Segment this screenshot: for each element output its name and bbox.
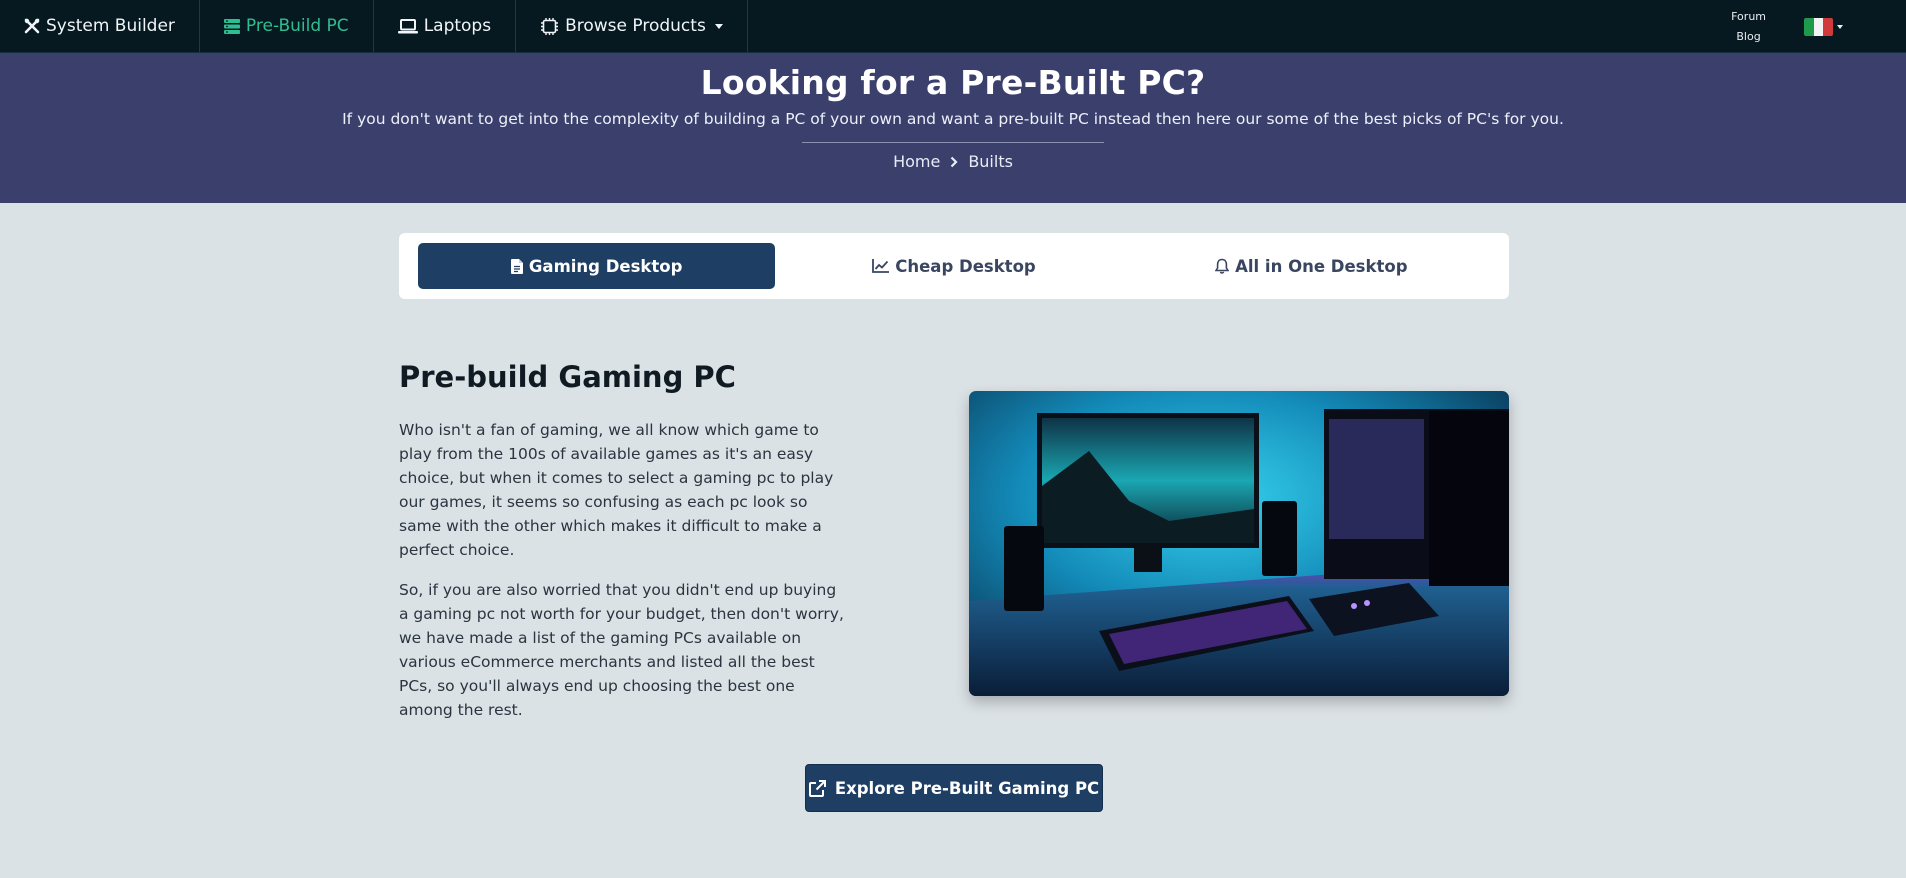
- bell-icon: [1215, 258, 1230, 274]
- nav-label: Browse Products: [565, 16, 706, 36]
- detail-paragraph: So, if you are also worried that you did…: [399, 581, 844, 719]
- breadcrumb: Home Builts: [0, 152, 1906, 171]
- forum-link[interactable]: Forum: [1731, 10, 1766, 23]
- tab-label: Gaming Desktop: [528, 256, 683, 276]
- gaming-pc-image: [969, 391, 1509, 696]
- section-title: Pre-build Gaming PC: [399, 360, 736, 394]
- italy-flag-icon: [1804, 17, 1833, 36]
- tab-label: All in One Desktop: [1235, 256, 1408, 276]
- explore-button-label: Explore Pre-Built Gaming PC: [834, 778, 1100, 798]
- hero-banner: Looking for a Pre-Built PC? If you don't…: [0, 53, 1906, 203]
- nav-laptops[interactable]: Laptops: [374, 0, 517, 52]
- category-tabs: Gaming Desktop Cheap Desktop All in One …: [399, 233, 1509, 299]
- page-title: Looking for a Pre-Built PC?: [700, 63, 1206, 102]
- hero-divider: [802, 142, 1104, 143]
- explore-button[interactable]: Explore Pre-Built Gaming PC: [805, 764, 1103, 812]
- chevron-right-icon: [951, 156, 958, 167]
- mini-links: Forum Blog: [1731, 10, 1766, 43]
- nav-label: Laptops: [423, 16, 492, 36]
- chip-icon: [541, 17, 559, 35]
- tools-icon: [24, 18, 40, 34]
- nav-right: Forum Blog: [1731, 0, 1906, 53]
- top-navbar: System Builder Pre-Build PC Laptops Brow…: [0, 0, 1906, 53]
- tab-gaming-desktop[interactable]: Gaming Desktop: [418, 243, 776, 289]
- nav-label: Pre-Build PC: [245, 16, 349, 36]
- nav-browse-products[interactable]: Browse Products: [516, 0, 748, 52]
- blog-link[interactable]: Blog: [1736, 30, 1760, 43]
- nav-pre-build-pc[interactable]: Pre-Build PC: [200, 0, 374, 52]
- breadcrumb-current: Builts: [968, 152, 1013, 171]
- language-selector[interactable]: [1804, 17, 1843, 36]
- tab-cheap-desktop[interactable]: Cheap Desktop: [775, 243, 1132, 289]
- document-icon: [510, 258, 523, 274]
- nav-label: System Builder: [46, 16, 175, 36]
- laptop-icon: [397, 18, 418, 33]
- external-link-icon: [808, 779, 826, 797]
- chevron-down-icon: [714, 23, 723, 29]
- nav-system-builder[interactable]: System Builder: [0, 0, 200, 52]
- intro-paragraph: Who isn't a fan of gaming, we all know w…: [399, 421, 834, 559]
- tab-all-in-one-desktop[interactable]: All in One Desktop: [1133, 243, 1490, 289]
- tab-label: Cheap Desktop: [895, 256, 1036, 276]
- server-icon: [223, 18, 240, 34]
- breadcrumb-home[interactable]: Home: [893, 152, 940, 171]
- chevron-down-icon: [1837, 24, 1843, 29]
- hero-subtitle: If you don't want to get into the comple…: [342, 110, 1564, 128]
- chart-line-icon: [872, 259, 890, 273]
